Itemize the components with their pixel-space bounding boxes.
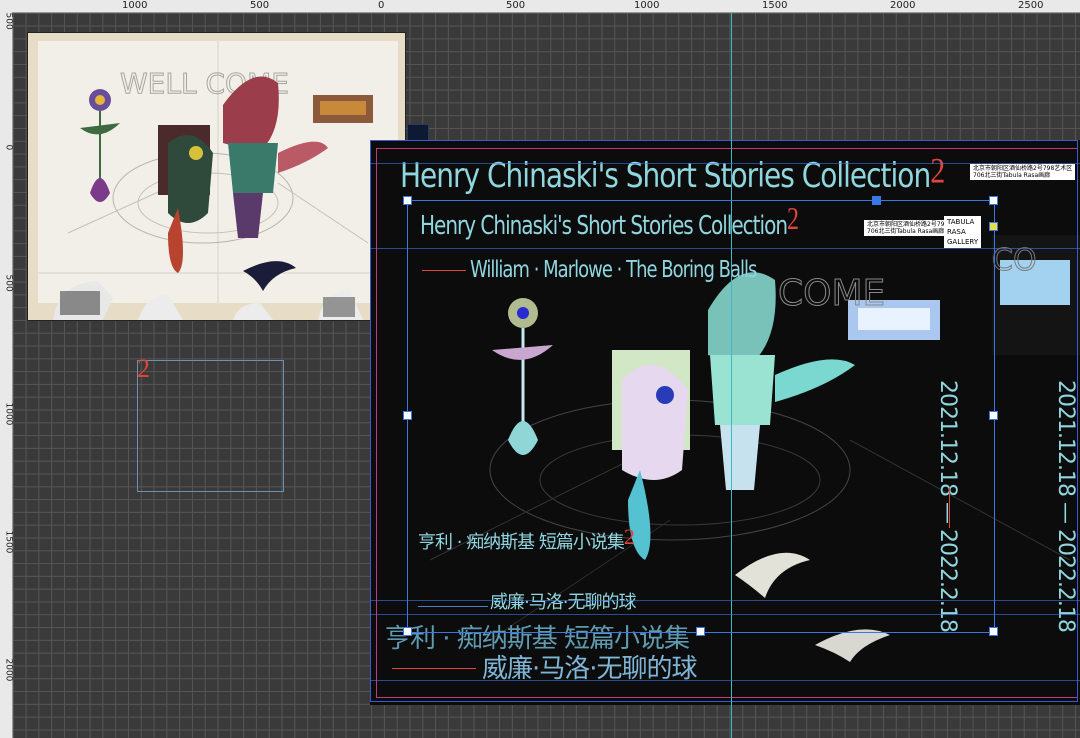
handle-middle-right[interactable] [989,411,998,420]
guide-horizontal-5[interactable] [370,680,1080,681]
handle-middle-left[interactable] [403,411,412,420]
address-line-2: 706北三街Tabula Rasa画廊 [973,172,1051,179]
poster-title-large-text: Henry Chinaski's Short Stories Collectio… [400,156,931,196]
artboard-collage-photo[interactable]: WELL COME [28,33,405,320]
ruler-top-label-2: 500 [250,0,270,11]
design-canvas[interactable]: WELL COME 2 COME CO Henry Chinaski's Sho… [0,0,1080,738]
empty-frame[interactable] [137,360,284,492]
ruler-left-label-1: 500 [3,12,14,30]
superscript-two-standalone: 2 [137,354,150,383]
poster-dates-vertical-duplicate[interactable]: 2021.12.18 — 2022.2.18 [1053,380,1078,632]
ruler-top-label-3: 0 [378,0,385,11]
ruler-top-label-8: 2500 [1018,0,1044,11]
handle-top-left[interactable] [403,196,412,205]
selection-box[interactable] [407,200,995,633]
ruler-top-label-1: 1000 [122,0,148,11]
ruler-top[interactable]: 1000 500 0 500 1000 1500 2000 2500 [0,0,1080,13]
guide-horizontal-1[interactable] [370,163,1080,164]
ruler-top-label-5: 1000 [634,0,660,11]
ruler-left-label-6: 2000 [3,658,14,682]
collage-photo-image: WELL COME [28,33,405,320]
handle-top-right[interactable] [989,196,998,205]
ruler-top-label-7: 2000 [890,0,916,11]
ruler-left-label-5: 1500 [3,530,14,554]
handle-bottom-middle[interactable] [696,627,705,636]
handle-bottom-right[interactable] [989,627,998,636]
anchor-point[interactable] [989,222,998,231]
address-line-1: 北京市朝阳区酒仙桥路2号798艺术区 [973,165,1073,172]
handle-bottom-left[interactable] [403,627,412,636]
ruler-left-label-4: 1000 [3,402,14,426]
ruler-top-label-6: 1500 [762,0,788,11]
address-block-top[interactable]: 北京市朝阳区酒仙桥路2号798艺术区 706北三街Tabula Rasa画廊 [970,164,1076,180]
handle-top-middle[interactable] [872,196,881,205]
red-dash-cn-lower [392,668,476,669]
title-large-superscript: 2 [930,151,945,191]
ruler-top-label-4: 500 [506,0,526,11]
ruler-left-label-2: 0 [3,144,14,151]
ruler-left[interactable]: 500 0 500 1000 1500 2000 [0,12,14,738]
ruler-left-label-3: 500 [3,274,14,292]
